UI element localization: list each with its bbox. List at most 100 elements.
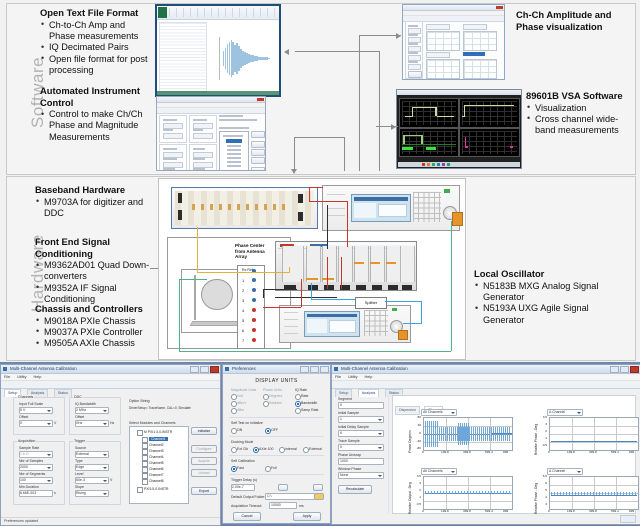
minimize-button[interactable] xyxy=(300,366,309,373)
menu-utility[interactable]: Utility xyxy=(348,375,357,379)
tree-item[interactable]: Channel6 xyxy=(149,467,164,471)
trigger-delay-stepper[interactable] xyxy=(278,484,288,491)
vsa-trace-b xyxy=(459,98,520,128)
offset-combo[interactable] xyxy=(19,420,53,427)
initial-delay-combo[interactable] xyxy=(338,430,384,437)
initial-sample-combo[interactable] xyxy=(338,416,384,423)
window-controls[interactable] xyxy=(610,366,639,373)
opt-self-test-on[interactable]: ON xyxy=(237,428,242,432)
sg2-keypad[interactable] xyxy=(364,310,388,336)
opt-cal-full[interactable]: Full xyxy=(271,466,277,470)
button-apply[interactable]: Apply xyxy=(293,512,321,521)
output-folder-field[interactable] xyxy=(265,493,315,500)
tab-status[interactable]: Status xyxy=(54,389,72,397)
titlebar[interactable]: Multi-Channel Antenna Calibration xyxy=(332,365,640,374)
menu-utility[interactable]: Utility xyxy=(17,375,26,379)
sg-keypad[interactable] xyxy=(413,192,441,222)
arrow-line xyxy=(344,137,345,171)
tree-item[interactable]: Channel8 xyxy=(149,479,164,483)
thumb-chch-visualization-dialog[interactable] xyxy=(402,4,505,80)
opt-magnitude-volt[interactable]: Volt xyxy=(237,394,243,398)
resize-grip[interactable] xyxy=(620,515,636,523)
button-acquire[interactable]: Acquire xyxy=(191,457,217,465)
close-button[interactable] xyxy=(210,366,219,373)
modules-tree[interactable]: M PXI1:3-0-INSTR Channel1 Channel2 Chann… xyxy=(129,426,189,504)
button-configure[interactable]: Configure xyxy=(191,445,217,453)
btn-acquire[interactable] xyxy=(251,149,265,156)
vsa-control-bar[interactable] xyxy=(398,162,520,167)
titlebar[interactable]: Preferences xyxy=(223,365,330,374)
titlebar[interactable]: Multi-Channel Antenna Calibration xyxy=(1,365,220,374)
chart-selector-1[interactable] xyxy=(426,24,450,30)
module-tree[interactable] xyxy=(219,131,249,171)
tree-item[interactable]: Channel4 xyxy=(149,455,164,459)
tree-item[interactable]: Channel5 xyxy=(149,461,164,465)
maximize-button[interactable] xyxy=(200,366,209,373)
opt-dock-internal[interactable]: Internal xyxy=(285,447,297,451)
btn-recalculate[interactable] xyxy=(408,71,422,78)
thumb-automated-control-dialog[interactable] xyxy=(156,96,266,171)
window-preferences[interactable]: Preferences DISPLAY UNITS Magnitude Unit… xyxy=(222,364,331,524)
chart-selector-3[interactable] xyxy=(426,52,450,58)
trace-sample-combo[interactable] xyxy=(338,444,384,451)
opt-iq-samp-rate[interactable]: Samp Rate xyxy=(301,408,319,412)
trigger-delay-browse[interactable] xyxy=(313,484,323,491)
close-button[interactable] xyxy=(320,366,329,373)
maximize-button[interactable] xyxy=(310,366,319,373)
btn-initialize[interactable] xyxy=(251,131,265,138)
opt-self-test-off[interactable]: OFF xyxy=(271,428,278,432)
opt-phase-radians[interactable]: Radians xyxy=(269,401,282,405)
button-recalculate[interactable]: Recalculate xyxy=(338,485,372,494)
window-analysis[interactable]: Multi-Channel Antenna Calibration File U… xyxy=(331,364,640,525)
window-multichannel-setup[interactable]: Multi-Channel Antenna Calibration File U… xyxy=(0,364,221,526)
opt-magnitude-dbmv[interactable]: dBmV xyxy=(237,401,247,405)
menubar[interactable]: File Utility Help xyxy=(332,374,640,381)
tree-root[interactable]: M PXI1:3-0-INSTR xyxy=(144,430,172,434)
menu-file[interactable]: File xyxy=(335,375,341,379)
menu-file[interactable]: File xyxy=(4,375,10,379)
opt-phase-degrees[interactable]: Degrees xyxy=(269,394,282,398)
btn-export[interactable] xyxy=(251,167,265,171)
chart-selector-4[interactable] xyxy=(463,52,485,56)
window-controls[interactable] xyxy=(190,366,219,373)
tree-item[interactable]: Channel1 xyxy=(149,437,168,441)
minimize-button[interactable] xyxy=(610,366,619,373)
label-docking-mode: Docking Mode xyxy=(231,440,253,444)
excel-sheet-tabs[interactable] xyxy=(157,91,279,95)
opt-dock-axie100[interactable]: AXIe 100 xyxy=(259,447,273,451)
button-export[interactable]: Export xyxy=(191,487,217,495)
menu-help[interactable]: Help xyxy=(365,375,373,379)
menu-help[interactable]: Help xyxy=(34,375,42,379)
folder-browse-icon[interactable] xyxy=(314,493,324,500)
tree-item[interactable]: Channel3 xyxy=(149,449,164,453)
block-baseband-hardware: Baseband Hardware M9703A for digitizer a… xyxy=(35,184,155,219)
tree-root-2[interactable]: PXI1:5-0-INSTR xyxy=(144,487,169,491)
button-initialize[interactable]: Initialize xyxy=(191,427,217,435)
opt-magnitude-dbm[interactable]: dBm xyxy=(237,408,244,412)
minimize-button[interactable] xyxy=(190,366,199,373)
menubar[interactable]: File Utility Help xyxy=(1,374,220,381)
button-unload[interactable]: Unload xyxy=(191,469,217,477)
window-controls[interactable] xyxy=(300,366,329,373)
close-button[interactable] xyxy=(630,366,639,373)
tree-item[interactable]: Channel7 xyxy=(149,473,164,477)
thumb-vsa-software[interactable] xyxy=(396,89,522,169)
segment-field[interactable] xyxy=(338,402,384,409)
maximize-button[interactable] xyxy=(620,366,629,373)
panel-channels xyxy=(159,115,187,143)
thumb-excel-text-file[interactable] xyxy=(155,4,281,97)
opt-iq-rate[interactable]: Rate xyxy=(301,394,308,398)
opt-dock-external[interactable]: External xyxy=(309,447,322,451)
block-bullets: M9362AD01 Quad Down-converters M9352A IF… xyxy=(35,260,157,306)
tabbar[interactable]: Setup Analysis Status xyxy=(1,381,220,389)
btn-configure[interactable] xyxy=(251,141,265,148)
btn-unload[interactable] xyxy=(251,157,265,164)
chart-selector-2[interactable] xyxy=(463,24,487,30)
opt-cal-fast[interactable]: Fast xyxy=(237,466,244,470)
tree-item[interactable]: Channel2 xyxy=(149,443,164,447)
opt-dock-extclk[interactable]: Ext Clk xyxy=(237,447,248,451)
tabbar[interactable]: Setup Analysis Status xyxy=(332,381,640,389)
button-cancel[interactable]: Cancel xyxy=(233,512,261,521)
opt-iq-bandwidth[interactable]: Bandwidth xyxy=(301,401,317,405)
inner-tabbar[interactable]: Dispersion Phase xyxy=(395,398,443,405)
